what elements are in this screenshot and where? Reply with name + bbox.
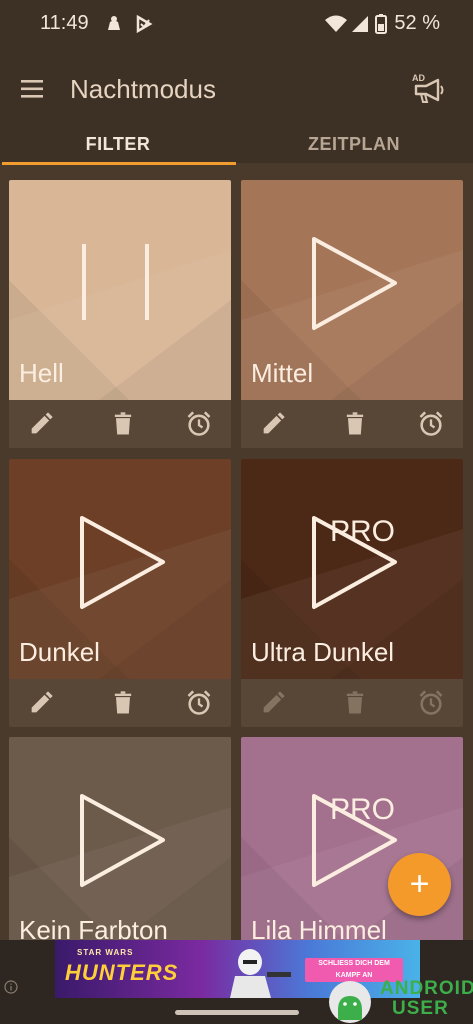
pro-badge: PRO — [330, 515, 396, 548]
alarm-icon[interactable] — [185, 410, 213, 438]
wifi-icon — [325, 15, 347, 32]
tab-zeitplan[interactable]: ZEITPLAN — [236, 120, 472, 165]
filter-preview[interactable]: PRO Ultra Dunkel — [241, 459, 463, 679]
plus-icon: + — [409, 865, 430, 903]
trash-icon[interactable] — [109, 689, 137, 717]
pause-icon — [82, 244, 149, 320]
filter-grid: Hell Mittel Dunkel PRO Ultra Dunkel Kein Farb… — [0, 165, 473, 940]
filter-actions — [9, 679, 231, 727]
filter-card: Kein Farbton — [9, 737, 231, 940]
alarm-icon[interactable] — [417, 410, 445, 438]
alarm-icon[interactable] — [185, 689, 213, 717]
alarm-icon[interactable] — [417, 689, 445, 717]
filter-actions — [241, 400, 463, 448]
filter-preview[interactable]: Hell — [9, 180, 231, 400]
ad-megaphone-icon[interactable]: AD — [410, 70, 446, 106]
trash-icon[interactable] — [341, 689, 369, 717]
ad-title: HUNTERS — [65, 960, 179, 985]
notification-play-icon — [136, 14, 153, 34]
home-indicator[interactable] — [175, 1010, 299, 1015]
android-robot-icon — [329, 981, 371, 1023]
status-time: 11:49 — [40, 12, 89, 34]
filter-actions — [241, 679, 463, 727]
filter-preview[interactable]: Dunkel — [9, 459, 231, 679]
play-icon — [80, 516, 165, 609]
watermark-line2: USER — [392, 998, 449, 1019]
filter-name: Kein Farbton — [19, 915, 168, 940]
filter-name: Dunkel — [19, 637, 100, 667]
ad-brand: STAR WARS — [77, 948, 134, 957]
watermark-logo: ANDROID USER — [322, 974, 473, 1024]
watermark-line1: ANDROID — [380, 978, 473, 999]
filter-actions — [9, 400, 231, 448]
edit-icon[interactable] — [259, 689, 287, 717]
info-icon[interactable] — [4, 980, 18, 994]
filter-name: Lila Himmel — [251, 915, 387, 940]
add-filter-button[interactable]: + — [388, 853, 451, 916]
tab-bar: FILTER ZEITPLAN — [0, 120, 473, 165]
battery-percentage: 52 % — [394, 12, 440, 34]
edit-icon[interactable] — [27, 689, 55, 717]
page-title: Nachtmodus — [70, 74, 216, 104]
filter-name: Ultra Dunkel — [251, 637, 395, 667]
filter-preview[interactable]: Mittel — [241, 180, 463, 400]
filter-name: Hell — [19, 358, 64, 388]
edit-icon[interactable] — [259, 410, 287, 438]
signal-icon — [352, 16, 368, 32]
filter-card: Mittel — [241, 180, 463, 448]
trash-icon[interactable] — [341, 410, 369, 438]
edit-icon[interactable] — [27, 410, 55, 438]
filter-card: Hell — [9, 180, 231, 448]
play-icon — [312, 237, 397, 330]
tab-filter[interactable]: FILTER — [0, 120, 236, 165]
battery-icon — [375, 14, 387, 34]
ad-area: STAR WARS HUNTERS SCHLIESS DICH DEM KAMP… — [0, 940, 473, 1024]
status-bar: 11:49 52 % — [0, 0, 473, 48]
pro-badge: PRO — [330, 793, 396, 826]
filter-card: PRO Ultra Dunkel — [241, 459, 463, 727]
ad-label: AD — [412, 73, 425, 83]
trash-icon[interactable] — [109, 410, 137, 438]
play-icon — [80, 794, 165, 887]
notification-app-icon — [108, 16, 120, 30]
filter-name: Mittel — [251, 358, 314, 388]
filter-card: Dunkel — [9, 459, 231, 727]
filter-preview[interactable]: Kein Farbton — [9, 737, 231, 940]
menu-icon[interactable] — [20, 78, 46, 100]
stormtrooper-image — [230, 949, 291, 998]
